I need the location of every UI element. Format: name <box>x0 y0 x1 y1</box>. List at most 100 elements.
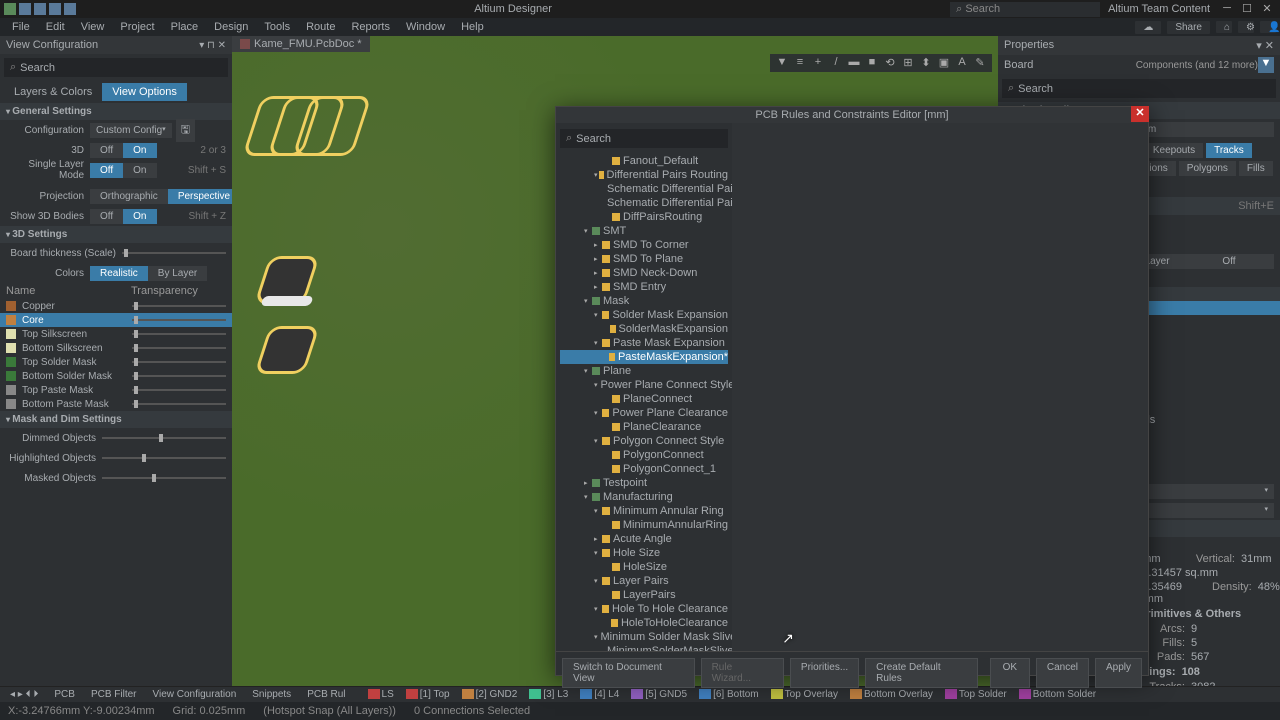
toolbar-icon[interactable] <box>64 3 76 15</box>
single-layer-off-button[interactable]: Off <box>90 163 123 178</box>
rule-tree-item[interactable]: ▸Testpoint <box>560 476 728 490</box>
rule-tree-item[interactable]: HoleSize <box>560 560 728 574</box>
save-config-button[interactable]: 🖫 <box>176 119 195 142</box>
rule-tree-item[interactable]: HoleToHoleClearance <box>560 616 728 630</box>
menu-edit[interactable]: Edit <box>38 21 73 33</box>
snap-off-button[interactable]: Off <box>1184 254 1274 269</box>
single-layer-on-button[interactable]: On <box>123 163 156 178</box>
rule-tree-item[interactable]: ▸SMD To Plane <box>560 252 728 266</box>
team-content-link[interactable]: Altium Team Content <box>1108 3 1210 15</box>
rule-tree-item[interactable]: MinimumSolderMaskSliver <box>560 644 728 651</box>
perspective-button[interactable]: Perspective <box>168 189 240 204</box>
pencil-icon[interactable]: ✎ <box>974 56 986 70</box>
show3d-on-button[interactable]: On <box>123 209 156 224</box>
measure-icon[interactable]: ⊞ <box>902 56 914 70</box>
ok-button[interactable]: OK <box>990 658 1030 688</box>
rule-tree-item[interactable]: LayerPairs <box>560 588 728 602</box>
rule-tree-item[interactable]: PlaneClearance <box>560 420 728 434</box>
rule-tree-item[interactable]: ▾Paste Mask Expansion <box>560 336 728 350</box>
layer-row[interactable]: Copper <box>0 299 232 313</box>
layer-row[interactable]: Top Solder Mask <box>0 355 232 369</box>
menu-help[interactable]: Help <box>453 21 492 33</box>
rule-tree-item[interactable]: ▾Power Plane Connect Style <box>560 378 728 392</box>
tab-layers-colors[interactable]: Layers & Colors <box>4 83 102 101</box>
board-thickness-slider[interactable] <box>122 252 226 254</box>
toolbar-icon[interactable] <box>49 3 61 15</box>
rule-tree-item[interactable]: ▾Manufacturing <box>560 490 728 504</box>
masked-slider[interactable] <box>102 477 226 479</box>
switch-view-button[interactable]: Switch to Document View <box>562 658 695 688</box>
bylayer-button[interactable]: By Layer <box>148 266 207 281</box>
rule-tree-item[interactable]: PlaneConnect <box>560 392 728 406</box>
share-button[interactable]: Share <box>1167 21 1210 34</box>
document-tab[interactable]: Kame_FMU.PcbDoc * <box>254 38 362 50</box>
menu-file[interactable]: File <box>4 21 38 33</box>
rule-tree-item[interactable]: Fanout_Default <box>560 154 728 168</box>
rules-search-input[interactable]: Search <box>560 129 728 148</box>
tab-pcb-rul[interactable]: PCB Rul <box>301 689 351 700</box>
transparency-slider[interactable] <box>132 333 226 335</box>
board-icon[interactable]: ▣ <box>938 56 950 70</box>
filter-chip-fills[interactable]: Fills <box>1239 161 1273 176</box>
section-general-settings[interactable]: General Settings <box>0 103 232 120</box>
rule-tree-item[interactable]: ▾Polygon Connect Style <box>560 434 728 448</box>
menu-route[interactable]: Route <box>298 21 343 33</box>
rule-tree-item[interactable]: PolygonConnect_1 <box>560 462 728 476</box>
transparency-slider[interactable] <box>132 361 226 363</box>
transparency-slider[interactable] <box>132 389 226 391</box>
rule-tree-item[interactable]: SolderMaskExpansion <box>560 322 728 336</box>
menu-design[interactable]: Design <box>206 21 256 33</box>
tab-view-config[interactable]: View Configuration <box>147 689 243 700</box>
rule-tree-item[interactable]: ▾SMT <box>560 224 728 238</box>
rule-tree-item[interactable]: ▾Mask <box>560 294 728 308</box>
layer-tab[interactable]: [2] GND2 <box>456 689 524 700</box>
menu-place[interactable]: Place <box>163 21 207 33</box>
cancel-button[interactable]: Cancel <box>1036 658 1089 688</box>
rule-tree-item[interactable]: ▸SMD Neck-Down <box>560 266 728 280</box>
tab-pcb[interactable]: PCB <box>48 689 81 700</box>
layer-row[interactable]: Core <box>0 313 232 327</box>
toolbar-icon[interactable] <box>19 3 31 15</box>
rule-tree-item[interactable]: ▾Layer Pairs <box>560 574 728 588</box>
panel-controls[interactable]: ▾ ⊓ ✕ <box>199 40 226 51</box>
rect-icon[interactable]: ▬ <box>848 56 860 70</box>
rule-tree-item[interactable]: PasteMaskExpansion* <box>560 350 728 364</box>
global-search-input[interactable]: ⌕ Search <box>950 2 1100 17</box>
home-icon[interactable]: ⌂ <box>1216 21 1232 33</box>
rule-tree-item[interactable]: Schematic Differential Pairs <box>560 182 728 196</box>
show3d-off-button[interactable]: Off <box>90 209 123 224</box>
rule-tree-item[interactable]: ▸SMD Entry <box>560 280 728 294</box>
menu-window[interactable]: Window <box>398 21 453 33</box>
rule-tree-item[interactable]: Schematic Differential Pairs <box>560 196 728 210</box>
transparency-slider[interactable] <box>132 347 226 349</box>
menu-view[interactable]: View <box>73 21 113 33</box>
rule-tree-item[interactable]: ▾Minimum Solder Mask Sliver <box>560 630 728 644</box>
rule-tree-item[interactable]: ▸SMD To Corner <box>560 238 728 252</box>
graph-icon[interactable]: ⬍ <box>920 56 932 70</box>
rule-tree-item[interactable]: ▾Solder Mask Expansion <box>560 308 728 322</box>
square-icon[interactable]: ■ <box>866 56 878 70</box>
line-icon[interactable]: / <box>830 56 842 70</box>
rule-tree-item[interactable]: ▸Acute Angle <box>560 532 728 546</box>
ortho-button[interactable]: Orthographic <box>90 189 168 204</box>
search-input[interactable]: Search <box>4 58 228 77</box>
filter-chip-polygons[interactable]: Polygons <box>1179 161 1236 176</box>
realistic-button[interactable]: Realistic <box>90 266 148 281</box>
add-icon[interactable]: + <box>812 56 824 70</box>
dimmed-slider[interactable] <box>102 437 226 439</box>
nav-arrows[interactable]: ◂ ▸ ⏴ ⏵ <box>4 689 44 700</box>
close-button[interactable]: ✕ <box>1258 2 1276 16</box>
user-icon[interactable]: 👤 <box>1260 21 1276 33</box>
layer-tab[interactable]: LS <box>362 689 400 700</box>
rule-tree-item[interactable]: ▾Differential Pairs Routing <box>560 168 728 182</box>
rule-tree-item[interactable]: PolygonConnect <box>560 448 728 462</box>
threed-on-button[interactable]: On <box>123 143 156 158</box>
section-mask-dim[interactable]: Mask and Dim Settings <box>0 411 232 428</box>
create-defaults-button[interactable]: Create Default Rules <box>865 658 978 688</box>
highlighted-slider[interactable] <box>102 457 226 459</box>
menu-project[interactable]: Project <box>112 21 162 33</box>
rule-tree-item[interactable]: ▾Plane <box>560 364 728 378</box>
transparency-slider[interactable] <box>132 375 226 377</box>
gear-icon[interactable]: ⚙ <box>1238 21 1254 33</box>
rule-tree-item[interactable]: MinimumAnnularRing <box>560 518 728 532</box>
